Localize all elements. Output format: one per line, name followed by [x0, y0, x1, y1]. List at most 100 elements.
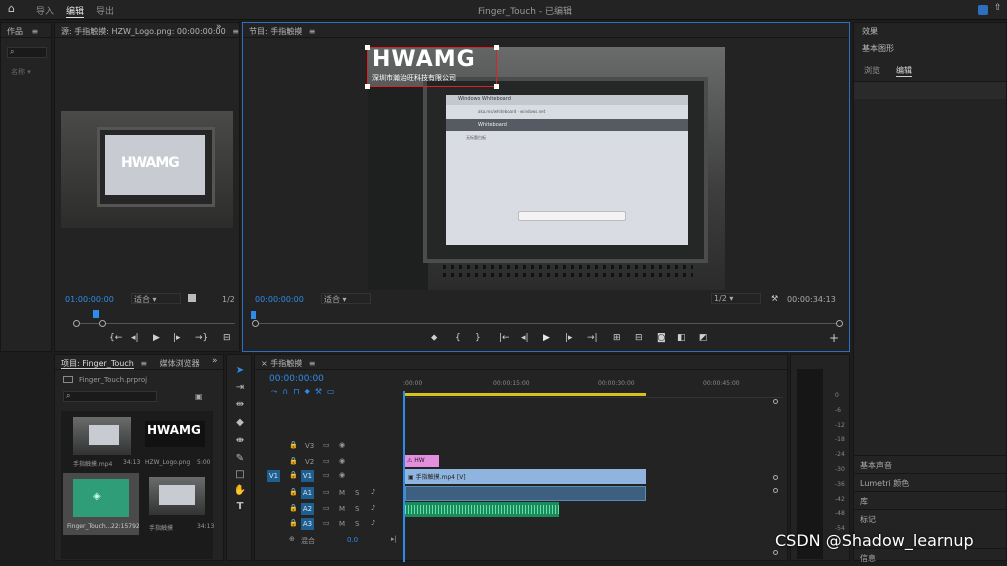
work-area-bar[interactable] [403, 393, 646, 396]
mark-out-icon[interactable]: } [475, 333, 481, 343]
tab-project[interactable]: 项目: Finger_Touch [61, 359, 134, 369]
watermark: CSDN @Shadow_learnup [775, 531, 974, 550]
v-scroll-mid2[interactable] [773, 488, 778, 493]
tab-media-browser[interactable]: 媒体浏览器 [160, 359, 200, 368]
tablet-app-name: Whiteboard [478, 122, 507, 128]
graphics-title[interactable]: 基本图形 [862, 43, 894, 54]
source-fit-dropdown[interactable]: 适合 ▾ [131, 293, 181, 304]
overwrite-icon[interactable]: ⊟ [223, 333, 231, 343]
audio-clip-a1[interactable] [405, 486, 646, 501]
search-input[interactable]: ⌕ [7, 47, 47, 58]
play-icon[interactable]: ▶ [153, 333, 160, 343]
program-title[interactable]: 节目: 手指触摸 [249, 27, 302, 36]
track-select-icon[interactable]: ⇥ [233, 382, 247, 393]
program-ratio-dropdown[interactable]: 1/2 ▾ [711, 293, 761, 304]
list-item[interactable]: 手指触摸 34:13 [141, 473, 214, 535]
timeline-panel: × 手指触摸 ≡ 00:00:00:00 ⤳∩⊓⬥⚒▭ :00:00 00:00… [254, 354, 788, 562]
new-bin-icon[interactable]: ▣ [195, 392, 203, 401]
meter-scale: 0 -6 -12 -18 -24 -30 -36 -42 -48 -54 [835, 392, 845, 533]
program-scrubber[interactable] [255, 323, 841, 324]
step-back-icon[interactable]: ◂| [521, 333, 529, 343]
panel-overflow-icon[interactable]: » [212, 356, 218, 366]
audio-clip-a2[interactable] [405, 502, 559, 517]
program-playhead[interactable] [251, 311, 256, 319]
program-zoom-right[interactable] [836, 320, 843, 327]
mark-in-icon[interactable]: {← [109, 333, 122, 343]
add-button-icon[interactable]: + [829, 331, 839, 345]
list-item[interactable]: HWAMG HZW_Logo.png 5:00 [141, 415, 211, 471]
multi-icon[interactable]: ◩ [699, 333, 708, 343]
lift-icon[interactable]: ⊞ [613, 333, 621, 343]
ripple-edit-icon[interactable]: ⇹ [233, 399, 247, 410]
rectangle-icon[interactable]: □ [233, 469, 247, 480]
program-monitor: 节目: 手指触摸 ≡ Windows Whiteboard aka.ms/whi… [242, 22, 850, 352]
logo-text: HWAMG [372, 47, 476, 72]
program-zoom-left[interactable] [252, 320, 259, 327]
search-icon: ⌕ [10, 47, 15, 56]
panel-essential-sound[interactable]: 基本声音 [854, 455, 1006, 473]
extract-icon[interactable]: ⊟ [635, 333, 643, 343]
panel-info[interactable]: 信息 [854, 548, 1006, 566]
source-title[interactable]: 源: 手指触摸: HZW_Logo.png: 00:00:00:00 [61, 27, 226, 36]
hand-icon[interactable]: ✋ [233, 485, 247, 496]
selection-tool-icon[interactable]: ➤ [233, 365, 247, 376]
text-tool-icon[interactable] [978, 5, 988, 15]
panel-lumetri[interactable]: Lumetri 颜色 [854, 473, 1006, 491]
source-timecode[interactable]: 01:00:00:00 [65, 295, 114, 304]
effects-title[interactable]: 效果 [862, 26, 878, 37]
timeline-tab[interactable]: 手指触摸 [270, 359, 302, 368]
video-clip[interactable]: ▣ 手指触摸.mp4 [V] [405, 469, 646, 484]
list-item[interactable]: ◈ Finger_Touch... 22:15792 [63, 473, 140, 535]
share-icon[interactable]: ⇧ [994, 3, 1002, 13]
v-scroll-top[interactable] [773, 399, 778, 404]
resize-handle-bl[interactable] [365, 84, 370, 89]
v-scroll-bottom[interactable] [773, 550, 778, 555]
add-marker-icon[interactable]: ⬥ [431, 333, 437, 343]
wrench-icon[interactable]: ⚒ [771, 294, 778, 303]
slip-icon[interactable]: ⇼ [233, 435, 247, 446]
zoom-handle-right[interactable] [99, 320, 106, 327]
tab-graphics-edit[interactable]: 编辑 [896, 65, 912, 77]
pen-icon[interactable]: ✎ [233, 453, 247, 464]
logo-overlay: HWAMG [121, 155, 180, 171]
step-forward-icon[interactable]: |▸ [565, 333, 573, 343]
go-to-out-icon[interactable]: →| [587, 333, 598, 343]
source-playhead[interactable] [93, 310, 99, 318]
logo-clip[interactable]: ⚠ HW [405, 455, 439, 467]
tab-browse[interactable]: 浏览 [864, 65, 880, 76]
type-tool-icon[interactable]: T [233, 501, 247, 512]
v-scroll-mid[interactable] [773, 475, 778, 480]
step-forward-icon[interactable]: |▸ [173, 333, 181, 343]
tab-import[interactable]: 导入 [36, 4, 54, 17]
sort-label[interactable]: 名称 ▾ [11, 67, 31, 77]
program-fit-dropdown[interactable]: 适合 ▾ [321, 293, 371, 304]
panel-overflow-icon[interactable]: » [216, 22, 222, 32]
productions-panel: 作品 ≡ ⌕ 名称 ▾ [0, 22, 52, 352]
resize-handle-tl[interactable] [365, 45, 370, 50]
panel-libraries[interactable]: 库 [854, 491, 1006, 509]
timeline-tools[interactable]: ⤳∩⊓⬥⚒▭ [271, 387, 340, 397]
tab-export[interactable]: 导出 [96, 4, 114, 17]
resize-handle-tr[interactable] [494, 45, 499, 50]
tab-edit[interactable]: 编辑 [66, 4, 85, 18]
go-out-icon[interactable]: →} [195, 333, 208, 343]
program-timecode[interactable]: 00:00:00:00 [255, 295, 304, 304]
comparison-icon[interactable]: ◧ [677, 333, 686, 343]
mark-in-icon[interactable]: { [455, 333, 461, 343]
zoom-handle-left[interactable] [73, 320, 80, 327]
go-to-in-icon[interactable]: |← [499, 333, 510, 343]
list-item[interactable]: 手指触摸.mp4 34:13 [67, 415, 140, 471]
resize-handle-br[interactable] [494, 84, 499, 89]
step-back-icon[interactable]: ◂| [131, 333, 139, 343]
camera-icon[interactable]: ◙ [657, 333, 666, 343]
timeline-timecode[interactable]: 00:00:00:00 [269, 374, 324, 384]
time-ruler[interactable]: :00:00 00:00:15:00 00:00:30:00 00:00:45:… [403, 378, 783, 398]
logo-selection-box[interactable]: HWAMG 深圳市瀚治旺科技有限公司 [365, 45, 499, 89]
project-search-input[interactable]: ⌕ [63, 391, 157, 402]
export-frame-icon[interactable] [188, 294, 196, 302]
panel-markers[interactable]: 标记 [854, 509, 1006, 527]
play-icon[interactable]: ▶ [543, 333, 550, 343]
home-icon[interactable]: ⌂ [8, 2, 15, 15]
razor-icon[interactable]: ◆ [233, 417, 247, 428]
source-ratio[interactable]: 1/2 [222, 295, 235, 304]
